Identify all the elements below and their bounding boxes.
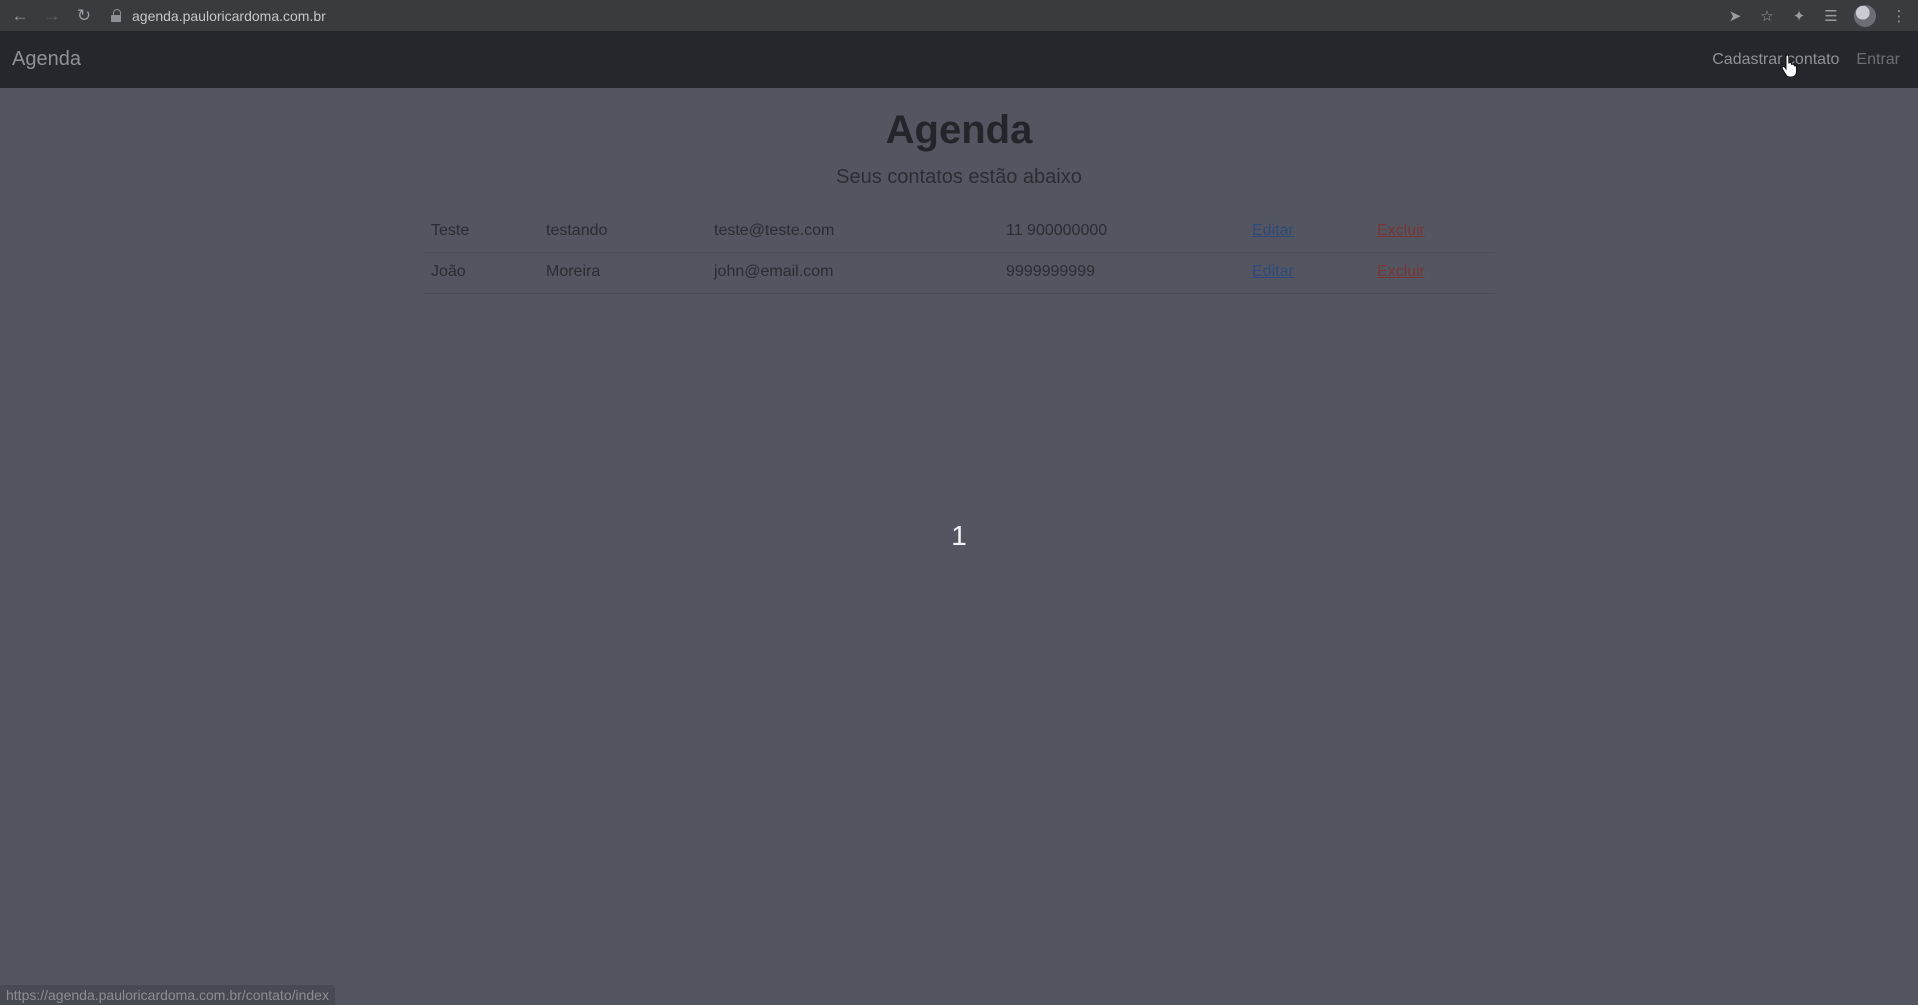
- reload-icon[interactable]: ↻: [68, 0, 100, 31]
- pagination-page-number[interactable]: 1: [0, 520, 1918, 552]
- contacts-table: Teste testando teste@teste.com 11 900000…: [423, 211, 1495, 294]
- contact-surname: Moreira: [538, 252, 706, 294]
- edit-link[interactable]: Editar: [1252, 222, 1294, 239]
- send-icon[interactable]: ➤: [1726, 7, 1744, 25]
- delete-cell: Excluir: [1369, 211, 1495, 253]
- app-navbar: Agenda Cadastrar contato Entrar: [0, 31, 1918, 88]
- edit-cell: Editar: [1244, 252, 1369, 294]
- address-bar-url[interactable]: agenda.pauloricardoma.com.br: [132, 8, 326, 24]
- main-content: Agenda Seus contatos estão abaixo Teste …: [0, 88, 1918, 294]
- navbar-links: Cadastrar contato Entrar: [1712, 51, 1906, 69]
- profile-avatar[interactable]: [1854, 4, 1876, 27]
- register-contact-link[interactable]: Cadastrar contato: [1712, 51, 1839, 69]
- delete-link[interactable]: Excluir: [1377, 263, 1425, 280]
- page-title: Agenda: [885, 108, 1033, 152]
- contact-name: João: [423, 252, 538, 294]
- star-icon[interactable]: ☆: [1758, 7, 1776, 25]
- contact-phone: 11 900000000: [998, 211, 1244, 253]
- table-row: Teste testando teste@teste.com 11 900000…: [423, 211, 1495, 253]
- contact-phone: 9999999999: [998, 252, 1244, 294]
- page-subtitle: Seus contatos estão abaixo: [836, 166, 1082, 188]
- browser-actions: ➤ ☆ ✦ ☰ ⋮: [1726, 0, 1908, 31]
- contact-surname: testando: [538, 211, 706, 253]
- forward-arrow-icon[interactable]: →: [36, 0, 68, 31]
- contact-name: Teste: [423, 211, 538, 253]
- menu-kebab-icon[interactable]: ⋮: [1890, 7, 1908, 25]
- address-bar[interactable]: agenda.pauloricardoma.com.br: [110, 4, 326, 28]
- table-row: João Moreira john@email.com 9999999999 E…: [423, 252, 1495, 294]
- brand-link[interactable]: Agenda: [12, 48, 81, 71]
- status-bar-url: https://agenda.pauloricardoma.com.br/con…: [0, 985, 335, 1005]
- contact-email: teste@teste.com: [706, 211, 998, 253]
- edit-cell: Editar: [1244, 211, 1369, 253]
- contact-email: john@email.com: [706, 252, 998, 294]
- browser-toolbar: ← → ↻ agenda.pauloricardoma.com.br ➤ ☆ ✦…: [0, 0, 1918, 31]
- delete-link[interactable]: Excluir: [1377, 222, 1425, 239]
- extensions-icon[interactable]: ✦: [1790, 7, 1808, 25]
- login-link[interactable]: Entrar: [1856, 51, 1900, 69]
- edit-link[interactable]: Editar: [1252, 263, 1294, 280]
- reading-list-icon[interactable]: ☰: [1822, 7, 1840, 25]
- delete-cell: Excluir: [1369, 252, 1495, 294]
- hand-cursor-icon: [1781, 55, 1797, 77]
- lock-icon: [110, 8, 124, 23]
- back-arrow-icon[interactable]: ←: [4, 0, 36, 31]
